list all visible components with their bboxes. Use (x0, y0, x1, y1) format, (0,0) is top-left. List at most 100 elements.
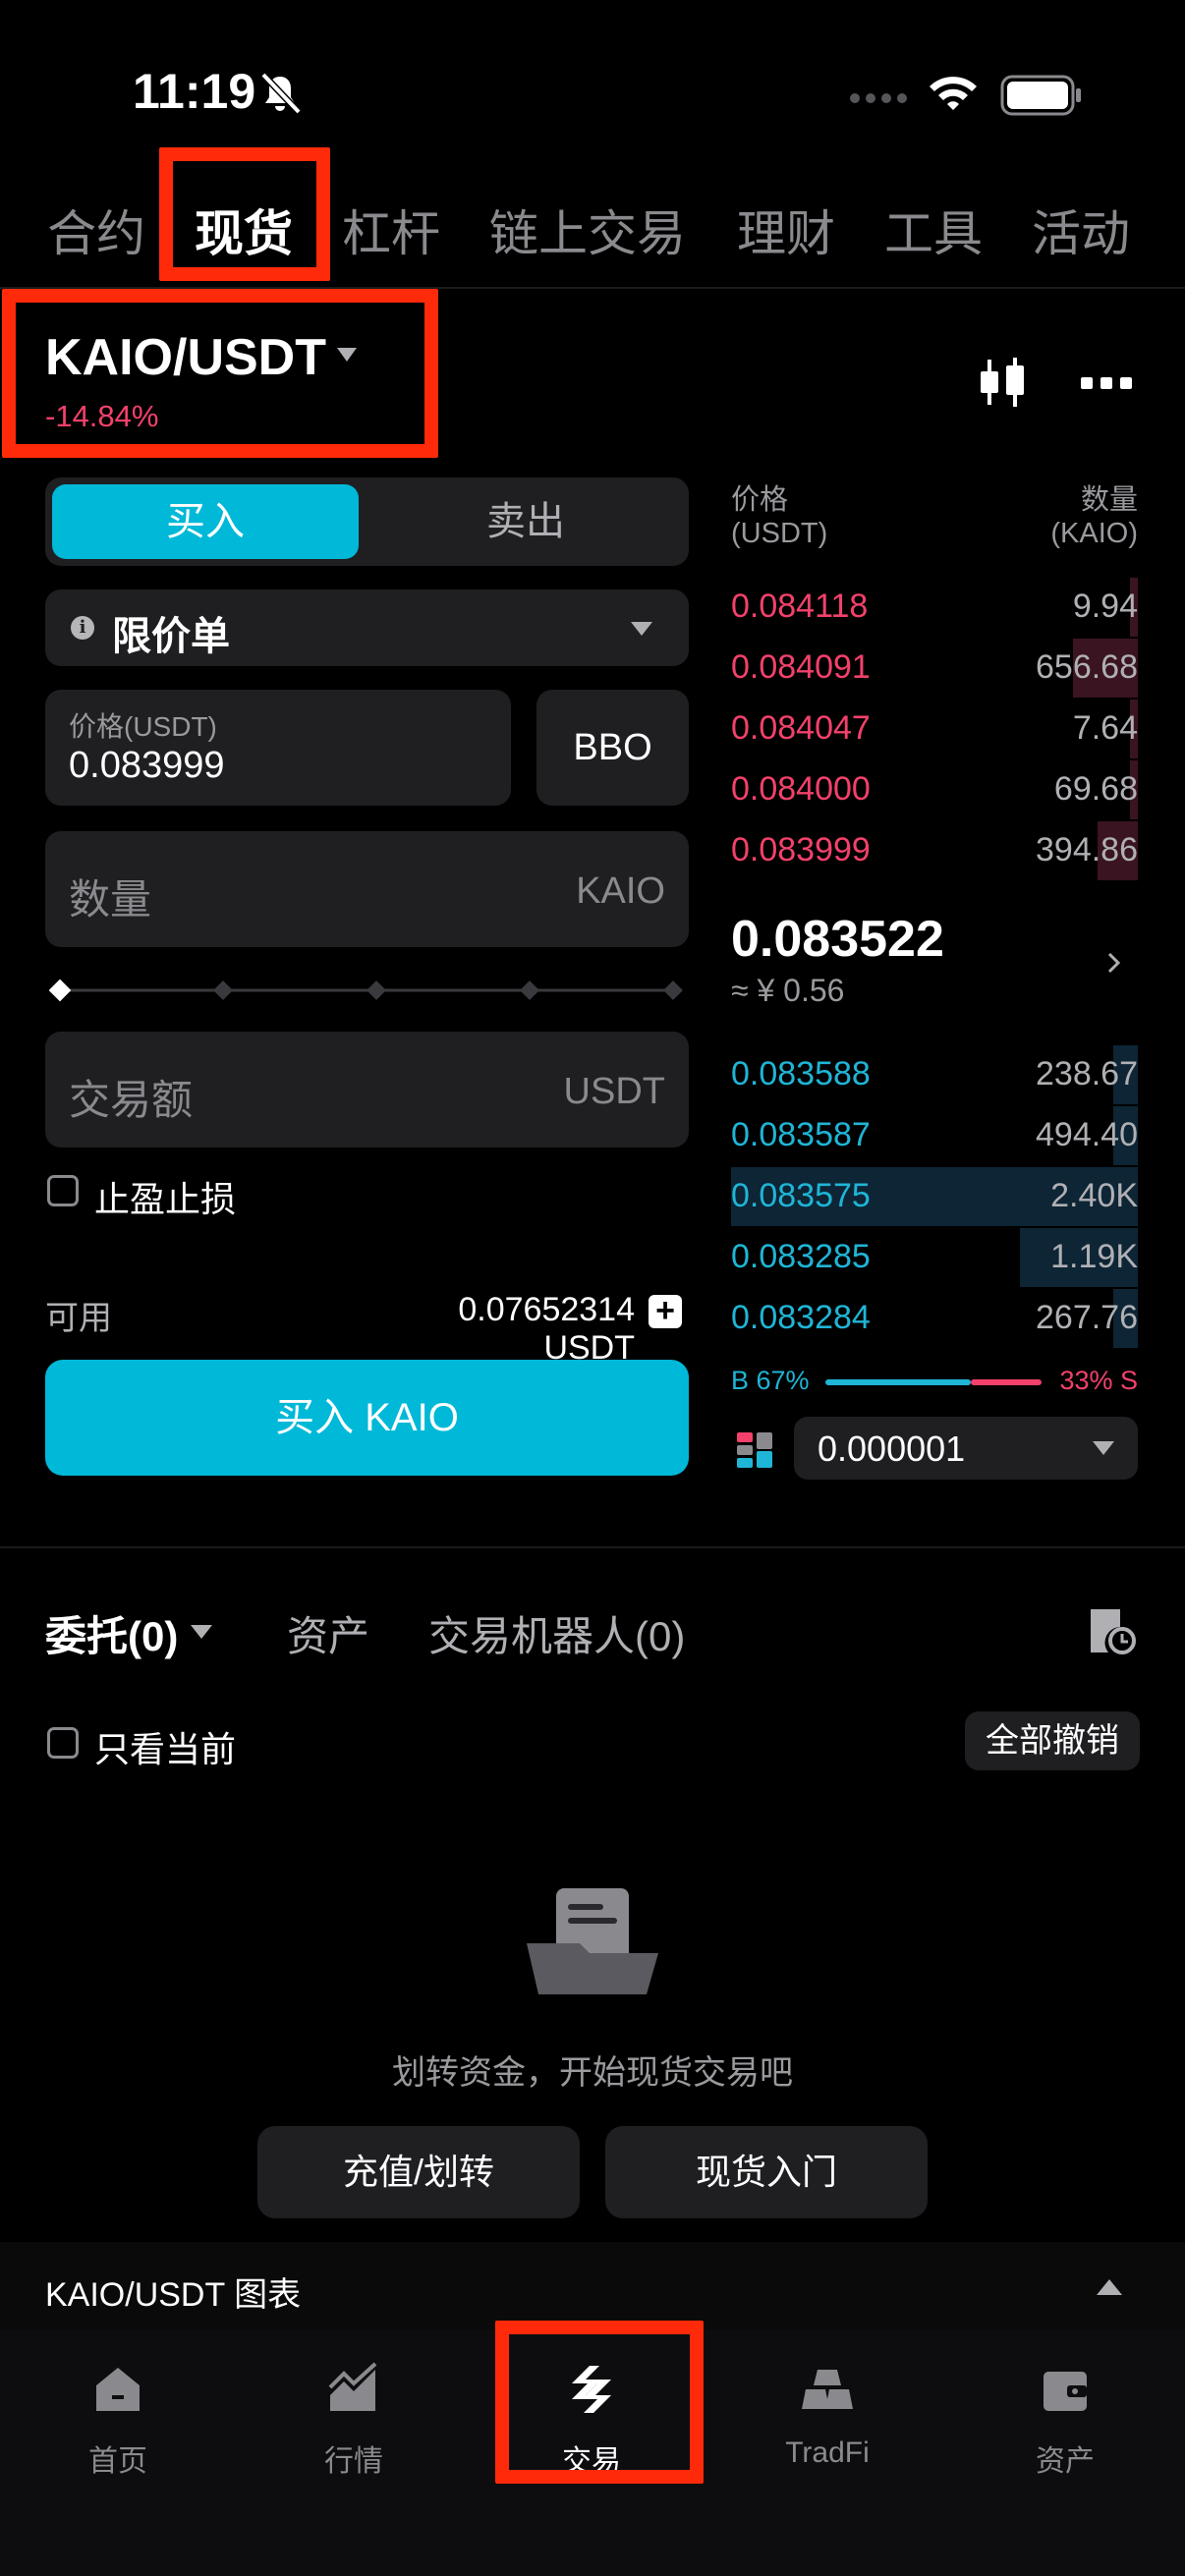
home-icon (96, 2368, 140, 2411)
tpsl-label[interactable]: 止盈止损 (94, 1171, 236, 1222)
highlight-box-trade-tab (495, 2321, 704, 2484)
bid-row[interactable]: 0.083588 238.67 (731, 1045, 1138, 1104)
tab-assets-nav[interactable]: 资产 (967, 2330, 1163, 2478)
spot-guide-button[interactable]: 现货入门 (605, 2126, 928, 2218)
precision-value: 0.000001 (818, 1428, 966, 1469)
chevron-down-icon (631, 622, 652, 636)
bid-price: 0.083587 (731, 1116, 871, 1153)
buy-tab[interactable]: 买入 (52, 484, 359, 559)
price-value[interactable]: 0.083999 (69, 745, 225, 787)
sell-tab[interactable]: 卖出 (369, 484, 682, 559)
market-icon (328, 2362, 377, 2411)
amount-unit: USDT (563, 1071, 665, 1112)
tab-margin[interactable]: 杠杆 (342, 195, 440, 265)
ask-price: 0.084118 (731, 588, 869, 625)
bid-price: 0.083575 (731, 1177, 871, 1214)
only-current-label[interactable]: 只看当前 (94, 1721, 236, 1772)
tab-label: 行情 (324, 2445, 383, 2478)
chevron-right-icon[interactable] (1106, 951, 1122, 975)
bid-row[interactable]: 0.083285 1.19K (731, 1228, 1138, 1287)
signal-dots-icon (850, 93, 907, 103)
ask-qty: 69.68 (1053, 770, 1138, 808)
wallet-icon (1044, 2372, 1087, 2411)
tab-trading-bots[interactable]: 交易机器人(0) (428, 1603, 685, 1663)
ask-row[interactable]: 0.084091 656.68 (731, 639, 1138, 698)
tab-onchain[interactable]: 链上交易 (489, 195, 686, 265)
divider (0, 1546, 1185, 1548)
bid-price: 0.083285 (731, 1238, 871, 1275)
add-funds-icon[interactable]: + (649, 1294, 682, 1328)
orderbook-layout-icon[interactable] (735, 1430, 774, 1470)
status-time: 11:19 (133, 64, 256, 119)
orders-tabs: 委托(0) 资产 交易机器人(0) (0, 1596, 1185, 1684)
tab-open-orders[interactable]: 委托(0) (45, 1603, 178, 1663)
ob-qty-title: 数量 (1080, 484, 1138, 516)
order-type-select[interactable]: i 限价单 (45, 589, 689, 666)
tab-assets[interactable]: 资产 (287, 1603, 369, 1663)
empty-state-text: 划转资金，开始现货交易吧 (392, 2054, 793, 2092)
tab-tools[interactable]: 工具 (884, 195, 983, 265)
available-label: 可用 (45, 1300, 112, 1337)
ob-price-header: 价格 (USDT) (731, 483, 827, 550)
ask-row[interactable]: 0.084118 9.94 (731, 578, 1138, 637)
last-price[interactable]: 0.083522 (731, 910, 944, 969)
price-input[interactable]: 价格(USDT) 0.083999 (45, 690, 511, 806)
tab-label: 资产 (1036, 2445, 1095, 2478)
chart-bar-title: KAIO/USDT 图表 (45, 2276, 302, 2314)
chevron-down-icon (1093, 1441, 1114, 1455)
buy-kaio-button[interactable]: 买入 KAIO (45, 1360, 689, 1476)
tab-label: TradFi (785, 2436, 870, 2469)
tab-home[interactable]: 首页 (20, 2330, 216, 2478)
tab-futures[interactable]: 合约 (47, 195, 145, 265)
precision-select[interactable]: 0.000001 (794, 1417, 1138, 1480)
bbo-button[interactable]: BBO (536, 690, 689, 806)
tab-events[interactable]: 活动 (1032, 195, 1130, 265)
sell-ratio-bar (971, 1379, 1042, 1385)
bid-row[interactable]: 0.083587 494.40 (731, 1106, 1138, 1165)
wifi-icon (930, 77, 977, 110)
ob-price-title: 价格 (731, 484, 789, 516)
tab-label: 首页 (88, 2445, 147, 2478)
quantity-slider[interactable] (49, 979, 688, 1002)
order-history-icon[interactable] (1085, 1605, 1136, 1656)
bid-row[interactable]: 0.083284 267.76 (731, 1289, 1138, 1348)
chart-bar[interactable]: KAIO/USDT 图表 (0, 2242, 1185, 2330)
bell-muted-icon (260, 72, 302, 115)
bid-qty: 238.67 (1036, 1055, 1138, 1092)
quantity-input[interactable]: 数量 KAIO (45, 831, 689, 947)
bid-qty: 1.19K (1050, 1238, 1138, 1275)
ask-price: 0.084091 (731, 648, 871, 686)
price-label: 价格(USDT) (69, 711, 217, 742)
bid-qty: 267.76 (1036, 1299, 1138, 1336)
only-current-checkbox[interactable] (47, 1727, 79, 1759)
bid-row[interactable]: 0.083575 2.40K (731, 1167, 1138, 1226)
available-value: 0.07652314 USDT (458, 1291, 635, 1367)
bid-qty: 2.40K (1050, 1177, 1138, 1214)
quantity-unit: KAIO (576, 870, 665, 912)
deposit-transfer-button[interactable]: 充值/划转 (257, 2126, 580, 2218)
ask-row[interactable]: 0.084000 69.68 (731, 760, 1138, 819)
tab-tradfi[interactable]: TradFi (729, 2330, 926, 2478)
tab-market[interactable]: 行情 (255, 2330, 452, 2478)
ask-qty: 7.64 (1072, 709, 1138, 747)
info-icon[interactable]: i (71, 616, 94, 640)
empty-document-icon (527, 1888, 658, 1994)
more-icon[interactable] (1081, 373, 1132, 393)
ask-price: 0.084047 (731, 709, 871, 747)
cancel-all-button[interactable]: 全部撤销 (965, 1711, 1140, 1770)
battery-icon (1000, 75, 1081, 116)
ask-qty: 394.86 (1036, 831, 1138, 868)
buy-ratio: B 67% (731, 1366, 810, 1395)
ask-row[interactable]: 0.084047 7.64 (731, 700, 1138, 758)
chevron-down-icon[interactable] (191, 1625, 212, 1639)
amount-input[interactable]: 交易额 USDT (45, 1032, 689, 1148)
bid-price: 0.083588 (731, 1055, 871, 1092)
ask-price: 0.083999 (731, 831, 871, 868)
tab-earn[interactable]: 理财 (737, 195, 835, 265)
bid-price: 0.083284 (731, 1299, 871, 1336)
candlestick-chart-icon[interactable] (978, 356, 1027, 409)
ask-qty: 656.68 (1036, 648, 1138, 686)
chevron-up-icon[interactable] (1097, 2279, 1122, 2295)
tpsl-checkbox[interactable] (47, 1175, 79, 1206)
ask-row[interactable]: 0.083999 394.86 (731, 821, 1138, 880)
